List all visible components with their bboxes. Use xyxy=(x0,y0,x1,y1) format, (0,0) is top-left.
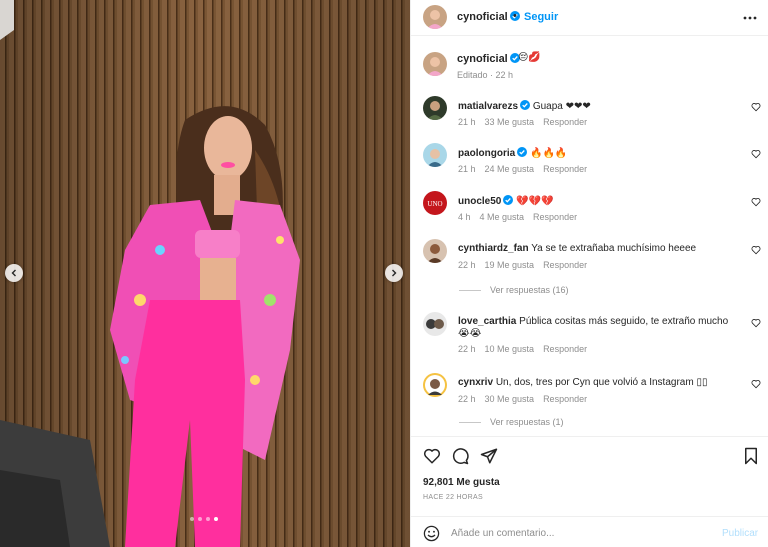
heart-icon[interactable] xyxy=(423,447,441,465)
carousel-dot-active xyxy=(214,517,218,521)
share-icon[interactable] xyxy=(480,447,498,465)
reply-button[interactable]: Responder xyxy=(533,212,577,222)
comment-item: UNO unocle50 💔💔💔 4 h 4 Me gusta Responder xyxy=(411,191,768,231)
comment-text: 💔💔💔 xyxy=(516,196,554,207)
comment-text-continued: 😭😭 xyxy=(458,328,482,339)
heart-icon[interactable] xyxy=(751,379,761,389)
commenter-avatar[interactable] xyxy=(423,312,447,336)
reply-button[interactable]: Responder xyxy=(543,164,587,174)
caption-text: 😔💋 xyxy=(518,52,541,63)
commenter-username[interactable]: love_carthia xyxy=(458,316,516,327)
caption-username[interactable]: cynoficial xyxy=(457,53,520,65)
comment-text: Pública cositas más seguido, te extraño … xyxy=(519,316,729,327)
comment-item: cynxriv Un, dos, tres por Cyn que volvió… xyxy=(411,373,768,413)
author-username[interactable]: cynoficial xyxy=(457,11,520,23)
view-replies-label: Ver respuestas (16) xyxy=(490,285,569,295)
comment-likes[interactable]: 30 Me gusta xyxy=(485,394,535,404)
next-image-button[interactable] xyxy=(385,264,403,282)
comment-text: Guapa ❤❤❤ xyxy=(532,101,591,112)
comment-time: 22 h xyxy=(458,394,476,404)
chevron-left-icon xyxy=(11,269,16,277)
comment-likes[interactable]: 19 Me gusta xyxy=(485,260,535,270)
carousel-indicator xyxy=(190,517,218,521)
heart-icon[interactable] xyxy=(751,318,761,328)
comment-likes[interactable]: 4 Me gusta xyxy=(480,212,525,222)
comment-item: paolongoria 🔥🔥🔥 21 h 24 Me gusta Responder xyxy=(411,143,768,183)
verified-icon xyxy=(520,100,531,110)
comment-input[interactable] xyxy=(451,524,711,542)
comment-likes[interactable]: 24 Me gusta xyxy=(485,164,535,174)
verified-icon xyxy=(503,195,514,205)
comment-text: 🔥🔥🔥 xyxy=(530,148,568,159)
post-side-panel: cynoficial • Seguir cynoficial 😔💋 Editad… xyxy=(410,0,768,547)
reply-button[interactable]: Responder xyxy=(543,260,587,270)
commenter-avatar[interactable] xyxy=(423,143,447,167)
view-replies-button[interactable]: Ver respuestas (16) xyxy=(459,285,569,295)
heart-icon[interactable] xyxy=(751,197,761,207)
comment-item: matialvarezs Guapa ❤❤❤ 21 h 33 Me gusta Re… xyxy=(411,96,768,136)
comment-composer: Publicar xyxy=(411,516,768,547)
follow-button[interactable]: Seguir xyxy=(524,11,558,23)
post-media[interactable] xyxy=(0,0,410,547)
comment-likes[interactable]: 10 Me gusta xyxy=(485,344,535,354)
comment-text: Ya se te extrañaba muchísimo heeee xyxy=(531,243,697,254)
commenter-username[interactable]: matialvarezs xyxy=(458,101,518,112)
likes-count[interactable]: 92,801 Me gusta xyxy=(423,477,500,488)
caption-meta: Editado · 22 h xyxy=(457,70,514,80)
comment-text: Un, dos, tres por Cyn que volvió a Insta… xyxy=(495,377,708,388)
commenter-username[interactable]: cynxriv xyxy=(458,377,493,388)
post-actions: 92,801 Me gusta HACE 22 HORAS Publicar xyxy=(411,436,768,546)
comment-time: 21 h xyxy=(458,164,476,174)
commenter-avatar[interactable] xyxy=(423,373,447,397)
carousel-dot xyxy=(190,517,194,521)
reply-button[interactable]: Responder xyxy=(543,344,587,354)
heart-icon[interactable] xyxy=(751,245,761,255)
post-photo xyxy=(0,0,410,547)
caption-avatar[interactable] xyxy=(423,52,447,76)
comment-item: love_carthia Pública cositas más seguido… xyxy=(411,312,768,358)
comment-likes[interactable]: 33 Me gusta xyxy=(485,117,535,127)
comment-item: cynthiardz_fan Ya se te extrañaba muchís… xyxy=(411,239,768,279)
commenter-avatar[interactable] xyxy=(423,239,447,263)
view-replies-label: Ver respuestas (1) xyxy=(490,417,564,427)
comment-time: 21 h xyxy=(458,117,476,127)
carousel-dot xyxy=(206,517,210,521)
chevron-right-icon xyxy=(392,269,397,277)
comment-time: 22 h xyxy=(458,344,476,354)
more-icon xyxy=(743,16,757,20)
publish-button[interactable]: Publicar xyxy=(722,528,758,539)
commenter-avatar[interactable] xyxy=(423,96,447,120)
commenter-username[interactable]: cynthiardz_fan xyxy=(458,243,529,254)
separator-dot: • xyxy=(513,10,517,22)
reply-button[interactable]: Responder xyxy=(543,117,587,127)
replies-line xyxy=(459,289,481,291)
author-avatar[interactable] xyxy=(423,5,447,29)
emoji-icon[interactable] xyxy=(423,525,440,542)
replies-line xyxy=(459,421,481,423)
more-options-button[interactable] xyxy=(741,9,759,27)
commenter-username[interactable]: unocle50 xyxy=(458,196,501,207)
heart-icon[interactable] xyxy=(751,102,761,112)
comment-time: 22 h xyxy=(458,260,476,270)
reply-button[interactable]: Responder xyxy=(543,394,587,404)
heart-icon[interactable] xyxy=(751,149,761,159)
svg-text:UNO: UNO xyxy=(427,200,442,208)
commenter-username[interactable]: paolongoria xyxy=(458,148,515,159)
bookmark-icon[interactable] xyxy=(742,447,760,465)
carousel-dot xyxy=(198,517,202,521)
commenter-avatar[interactable]: UNO xyxy=(423,191,447,215)
post-header: cynoficial • Seguir xyxy=(411,0,768,36)
verified-icon xyxy=(517,147,528,157)
view-replies-button[interactable]: Ver respuestas (1) xyxy=(459,417,564,427)
comment-icon[interactable] xyxy=(451,447,469,465)
post-time-ago: HACE 22 HORAS xyxy=(423,494,483,501)
previous-image-button[interactable] xyxy=(5,264,23,282)
comment-time: 4 h xyxy=(458,212,471,222)
